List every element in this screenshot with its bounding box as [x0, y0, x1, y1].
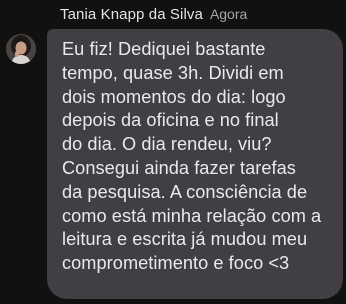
message-line: tempo, quase 3h. Dividi em	[62, 62, 284, 83]
sender-avatar[interactable]	[6, 34, 36, 64]
chat-message-group: Tania Knapp da Silva Agora Eu fiz! Dediq…	[0, 0, 346, 304]
message-line: depois da oficina e no final	[62, 110, 279, 131]
message-line: da pesquisa. A consciência de	[62, 181, 308, 202]
sender-name: Tania Knapp da Silva	[60, 6, 203, 23]
user-avatar-icon	[6, 34, 36, 64]
message-line: comprometimento e foco <3	[62, 253, 290, 274]
message-line: Consegui ainda fazer tarefas	[62, 157, 296, 178]
message-line: Eu fiz! Dediquei bastante	[62, 39, 266, 59]
message-timestamp: Agora	[209, 6, 248, 22]
message-line: dois momentos do dia: logo	[62, 86, 286, 107]
message-line: leitura e escrita já mudou meu	[62, 229, 308, 250]
message-header: Tania Knapp da Silva Agora	[60, 6, 247, 26]
message-text: Eu fiz! Dediquei bastante tempo, quase 3…	[62, 38, 342, 276]
message-line: como está minha relação com a	[62, 205, 322, 226]
message-line: do dia. O dia rendeu, viu?	[62, 134, 272, 155]
